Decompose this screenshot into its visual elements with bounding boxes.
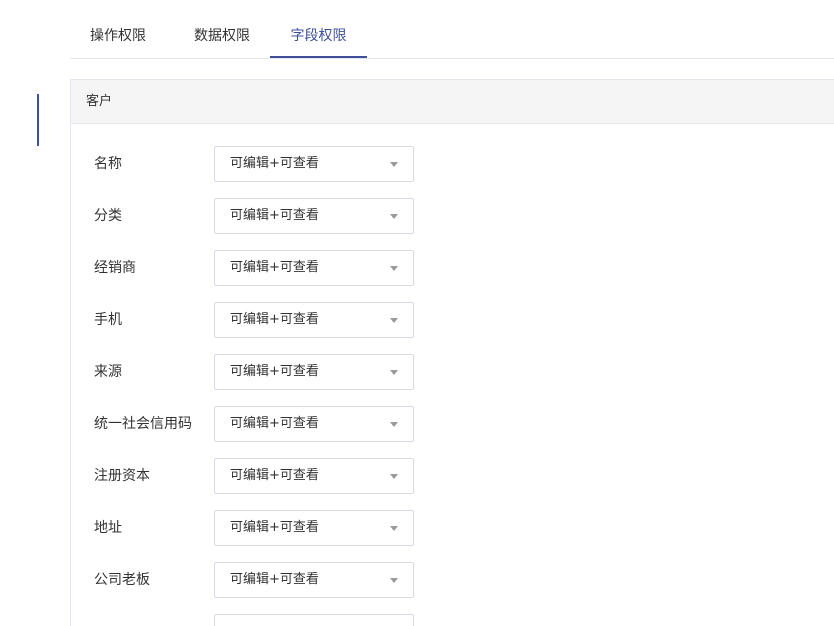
field-permission-panel: 客户 名称 可编辑+可查看 分类 可编辑+可查看 经销商 可编辑+可查看 手机 [70,79,834,626]
chevron-down-icon [390,474,398,479]
permission-select[interactable]: 可编辑+可查看 [214,562,414,598]
chevron-down-icon [390,370,398,375]
field-label: 来源 [94,364,122,380]
select-value: 可编辑+可查看 [230,156,319,171]
field-label: 统一社会信用码 [94,416,192,432]
chevron-down-icon [390,578,398,583]
select-value: 可编辑+可查看 [230,208,319,223]
tab-field-permission[interactable]: 字段权限 [270,0,367,58]
select-value: 可编辑+可查看 [230,416,319,431]
field-row: 公司老板 可编辑+可查看 [71,562,834,598]
sidebar-active-indicator [37,94,39,146]
field-label: 公司老板 [94,572,150,588]
tab-operation-permission[interactable]: 操作权限 [70,0,166,58]
field-label: 注册资本 [94,468,150,484]
field-row: 名称 可编辑+可查看 [71,146,834,182]
chevron-down-icon [390,526,398,531]
tab-data-permission[interactable]: 数据权限 [174,0,270,58]
field-row: 经销商 可编辑+可查看 [71,250,834,286]
permission-select[interactable]: 可编辑+可查看 [214,510,414,546]
permission-select[interactable]: 可编辑+可查看 [214,302,414,338]
panel-title: 客户 [71,80,834,124]
chevron-down-icon [390,162,398,167]
field-label: 地址 [94,520,122,536]
select-value: 可编辑+可查看 [230,520,319,535]
chevron-down-icon [390,214,398,219]
field-row [71,614,834,626]
permission-select[interactable]: 可编辑+可查看 [214,458,414,494]
permission-select[interactable]: 可编辑+可查看 [214,146,414,182]
permission-select[interactable]: 可编辑+可查看 [214,406,414,442]
select-value: 可编辑+可查看 [230,572,319,587]
permission-select[interactable]: 可编辑+可查看 [214,354,414,390]
field-row: 分类 可编辑+可查看 [71,198,834,234]
permission-select[interactable] [214,614,414,626]
chevron-down-icon [390,422,398,427]
field-row: 来源 可编辑+可查看 [71,354,834,390]
field-row: 手机 可编辑+可查看 [71,302,834,338]
permission-select[interactable]: 可编辑+可查看 [214,198,414,234]
field-label: 手机 [94,312,122,328]
field-label: 分类 [94,208,122,224]
select-value: 可编辑+可查看 [230,312,319,327]
field-row: 统一社会信用码 可编辑+可查看 [71,406,834,442]
select-value: 可编辑+可查看 [230,468,319,483]
field-label: 名称 [94,156,122,172]
chevron-down-icon [390,266,398,271]
field-row: 注册资本 可编辑+可查看 [71,458,834,494]
field-row: 地址 可编辑+可查看 [71,510,834,546]
select-value: 可编辑+可查看 [230,364,319,379]
field-label: 经销商 [94,260,136,276]
tab-bar: 操作权限 数据权限 字段权限 [70,0,834,59]
permission-select[interactable]: 可编辑+可查看 [214,250,414,286]
select-value: 可编辑+可查看 [230,260,319,275]
chevron-down-icon [390,318,398,323]
page: 操作权限 数据权限 字段权限 客户 名称 可编辑+可查看 分类 可编辑+可查看 … [0,0,834,626]
